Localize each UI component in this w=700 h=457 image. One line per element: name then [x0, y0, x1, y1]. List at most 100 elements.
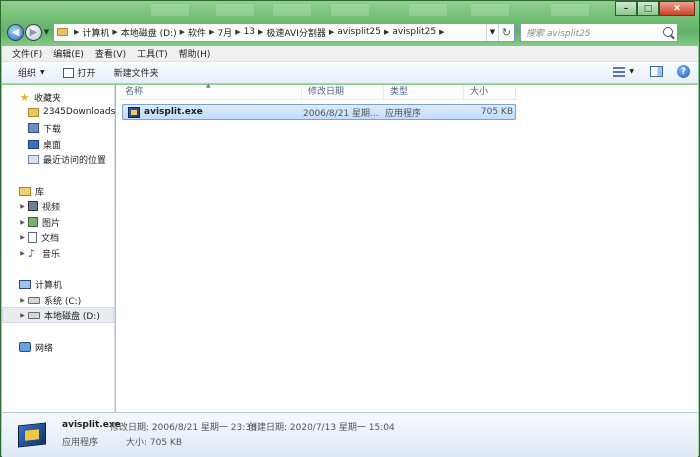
sidebar-item-videos[interactable]: ▶ 视频: [2, 198, 114, 214]
breadcrumb-item[interactable]: 7月: [217, 26, 232, 39]
column-header-name[interactable]: 名称: [119, 85, 302, 100]
new-folder-button[interactable]: 新建文件夹: [114, 66, 159, 79]
sidebar-item-desktop[interactable]: 桌面: [2, 136, 114, 152]
chevron-down-icon: ▼: [40, 69, 45, 76]
background-tab: [551, 4, 589, 16]
navigation-pane: ★ 收藏夹 2345Downloads 下载 桌面 最近访问的位置 库 ▶ 视频: [2, 85, 115, 412]
sidebar-item-label: 系统 (C:): [44, 296, 82, 307]
sidebar-group-label: 库: [35, 187, 45, 198]
sidebar-group-label: 网络: [35, 343, 54, 354]
breadcrumb-separator-icon[interactable]: ▶: [258, 28, 263, 36]
sidebar-item-music[interactable]: ▶ ♪ 音乐: [2, 245, 114, 261]
breadcrumb-item[interactable]: 极速AVI分割器: [266, 26, 325, 39]
menu-tools[interactable]: 工具(T): [137, 47, 168, 60]
new-folder-label: 新建文件夹: [113, 69, 159, 79]
menu-view[interactable]: 查看(V): [95, 47, 126, 60]
back-button[interactable]: ◀: [7, 23, 24, 41]
file-type: 应用程序: [385, 108, 422, 119]
sidebar-group-network[interactable]: 网络: [2, 339, 114, 355]
open-button[interactable]: 打开: [62, 66, 96, 79]
sidebar-group-favorites[interactable]: ★ 收藏夹: [2, 89, 114, 105]
close-button[interactable]: ✕: [659, 1, 695, 16]
sidebar-group-computer[interactable]: 计算机: [2, 276, 114, 292]
desktop-icon: [28, 139, 39, 149]
expand-arrow-icon[interactable]: ▶: [18, 203, 27, 210]
breadcrumb-separator-icon[interactable]: ▶: [74, 28, 79, 36]
navigation-bar: ◀ ▶ ▼ ▶ 计算机 ▶ 本地磁盘 (D:) ▶ 软件 ▶ 7月 ▶ 13 ▶ 极速AVI分割器 ▶ a…: [7, 21, 693, 43]
background-tab: [273, 4, 311, 16]
preview-pane-icon[interactable]: [650, 66, 663, 77]
breadcrumb-item[interactable]: 本地磁盘 (D:): [121, 26, 177, 39]
drive-icon: [28, 311, 40, 319]
menu-edit[interactable]: 编辑(E): [53, 47, 84, 60]
recent-pages-dropdown[interactable]: ▼: [42, 28, 51, 36]
sidebar-item-label: 音乐: [42, 249, 61, 260]
breadcrumb-item[interactable]: 软件: [188, 26, 206, 39]
recent-places-icon: [28, 154, 39, 164]
breadcrumb-separator-icon[interactable]: ▶: [384, 28, 389, 36]
column-header-type[interactable]: 类型: [384, 85, 464, 100]
maximize-button[interactable]: □: [637, 1, 659, 16]
address-history-dropdown[interactable]: ▼: [486, 23, 498, 41]
network-icon: [19, 342, 31, 352]
table-row[interactable]: avisplit.exe 2006/8/21 星期... 应用程序 705 KB: [122, 104, 516, 120]
sidebar-item-downloads[interactable]: 下载: [2, 120, 114, 136]
documents-icon: [28, 231, 37, 243]
column-header-size[interactable]: 大小: [464, 85, 516, 100]
breadcrumb-separator-icon[interactable]: ▶: [439, 28, 444, 36]
breadcrumb-item[interactable]: avisplit25: [392, 27, 436, 37]
sidebar-item-documents[interactable]: ▶ 文档: [2, 229, 114, 245]
sidebar-item-2345downloads[interactable]: 2345Downloads: [2, 104, 115, 120]
breadcrumb-separator-icon[interactable]: ▶: [112, 28, 117, 36]
column-header-modified[interactable]: 修改日期: [302, 85, 384, 100]
refresh-icon: ↻: [501, 25, 512, 39]
background-tab: [216, 4, 254, 16]
back-arrow-icon: ◀: [11, 26, 20, 38]
sidebar-item-pictures[interactable]: ▶ 图片: [2, 214, 114, 230]
help-icon[interactable]: ?: [677, 65, 690, 78]
search-icon[interactable]: [663, 27, 673, 37]
minimize-icon: –: [623, 3, 629, 14]
sidebar-item-label: 视频: [42, 202, 61, 213]
maximize-icon: □: [643, 3, 653, 14]
expand-arrow-icon[interactable]: ▶: [18, 234, 27, 241]
expand-arrow-icon[interactable]: ▶: [18, 250, 27, 257]
sidebar-item-drive-c[interactable]: ▶ 系统 (C:): [2, 292, 114, 308]
details-pane: avisplit.exe 修改日期: 2006/8/21 星期一 23:38 创…: [2, 412, 698, 457]
sidebar-item-drive-d[interactable]: ▶ 本地磁盘 (D:): [2, 307, 114, 323]
refresh-button[interactable]: ↻: [498, 23, 514, 41]
library-icon: [19, 186, 31, 196]
breadcrumb-item[interactable]: 13: [244, 27, 255, 37]
star-icon: ★: [19, 90, 30, 104]
breadcrumb-item[interactable]: avisplit25: [337, 27, 381, 37]
videos-icon: [28, 201, 38, 211]
breadcrumb-separator-icon[interactable]: ▶: [329, 28, 334, 36]
background-tab: [471, 4, 509, 16]
file-name: avisplit.exe: [144, 107, 203, 117]
expand-arrow-icon[interactable]: ▶: [18, 297, 27, 304]
sidebar-group-label: 收藏夹: [34, 93, 62, 104]
view-options-dropdown[interactable]: ▼: [629, 68, 634, 75]
expand-arrow-icon[interactable]: ▶: [18, 219, 27, 226]
address-bar[interactable]: ▶ 计算机 ▶ 本地磁盘 (D:) ▶ 软件 ▶ 7月 ▶ 13 ▶ 极速AVI分割器 ▶ avispli…: [53, 22, 515, 42]
breadcrumb-separator-icon[interactable]: ▶: [235, 28, 240, 36]
breadcrumb-item[interactable]: 计算机: [82, 26, 109, 39]
expand-arrow-icon[interactable]: ▶: [18, 312, 27, 319]
explorer-window: – □ ✕ ◀ ▶ ▼ ▶ 计算机 ▶ 本地磁盘 (D:) ▶ 软件 ▶ 7月 ▶ 13 ▶ 极速AV…: [0, 0, 700, 457]
menu-file[interactable]: 文件(F): [12, 47, 42, 60]
search-placeholder: 搜索 avisplit25: [526, 28, 591, 39]
menu-help[interactable]: 帮助(H): [179, 47, 211, 60]
breadcrumb-separator-icon[interactable]: ▶: [209, 28, 214, 36]
forward-button[interactable]: ▶: [25, 23, 42, 41]
organize-button[interactable]: 组织 ▼: [18, 66, 45, 79]
details-created: 创建日期: 2020/7/13 星期一 15:04: [248, 423, 395, 433]
change-view-icon[interactable]: [613, 66, 626, 77]
details-file-size: 大小: 705 KB: [126, 438, 183, 448]
minimize-button[interactable]: –: [615, 1, 637, 16]
sidebar-group-libraries[interactable]: 库: [2, 183, 114, 199]
sidebar-item-recent[interactable]: 最近访问的位置: [2, 151, 114, 167]
breadcrumb: ▶ 计算机 ▶ 本地磁盘 (D:) ▶ 软件 ▶ 7月 ▶ 13 ▶ 极速AVI分割器 ▶ avispli…: [71, 26, 447, 39]
folder-icon: [57, 28, 68, 36]
search-box[interactable]: 搜索 avisplit25: [520, 22, 678, 42]
breadcrumb-separator-icon[interactable]: ▶: [180, 28, 185, 36]
